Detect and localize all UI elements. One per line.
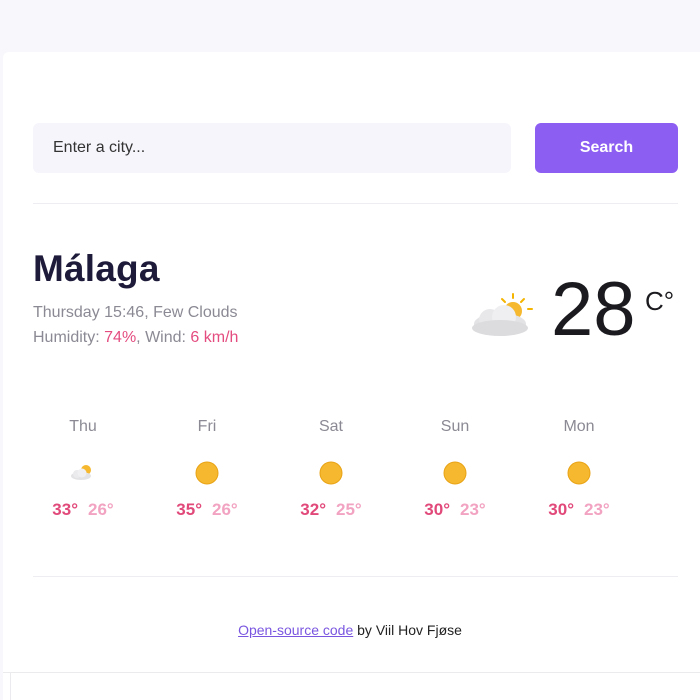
forecast-temps: 30° 23° <box>405 500 505 520</box>
forecast-high: 30° <box>424 500 450 519</box>
forecast-low: 26° <box>88 500 114 519</box>
forecast-temps: 33° 26° <box>33 500 133 520</box>
footer-credit: by Viil Hov Fjøse <box>353 622 462 638</box>
current-condition: Few Clouds <box>153 304 238 321</box>
few-clouds-icon <box>71 465 91 480</box>
footer: Open-source code by Viil Hov Fjøse <box>0 622 700 638</box>
forecast-day: Sat 32° 25° <box>281 418 381 520</box>
forecast-day: Fri 35° 26° <box>157 418 257 520</box>
temperature-unit: C° <box>645 286 675 316</box>
bottom-strip <box>3 672 700 700</box>
sun-icon <box>195 461 219 485</box>
few-clouds-icon <box>472 293 533 336</box>
forecast-low: 26° <box>212 500 238 519</box>
open-source-link[interactable]: Open-source code <box>238 622 353 638</box>
wind-value: 6 km/h <box>190 329 239 346</box>
forecast-high: 30° <box>548 500 574 519</box>
forecast-low: 23° <box>460 500 486 519</box>
forecast-low: 25° <box>336 500 362 519</box>
date-condition: Thursday 15:46, Few Clouds <box>33 304 238 321</box>
forecast-day-name: Fri <box>197 418 217 435</box>
forecast-high: 32° <box>300 500 326 519</box>
forecast-low: 23° <box>584 500 610 519</box>
forecast-temps: 32° 25° <box>281 500 381 520</box>
forecast-high: 35° <box>176 500 202 519</box>
sun-icon <box>319 461 343 485</box>
top-divider <box>33 203 678 204</box>
sun-icon <box>443 461 467 485</box>
forecast-day: Thu 33° 26° <box>33 418 133 520</box>
city-name: Málaga <box>33 248 160 289</box>
humidity-wind: Humidity: 74%, Wind: 6 km/h <box>33 329 239 346</box>
bottom-divider <box>33 576 678 577</box>
forecast-temps: 35° 26° <box>157 500 257 520</box>
current-datetime: Thursday 15:46 <box>33 304 145 321</box>
forecast-day-name: Sun <box>440 418 470 435</box>
forecast-day: Mon 30° 23° <box>529 418 629 520</box>
humidity-label: Humidity: <box>33 329 100 346</box>
forecast-day-name: Sat <box>318 418 343 435</box>
wind-label: Wind: <box>145 329 186 346</box>
forecast-high: 33° <box>52 500 78 519</box>
city-search-input[interactable] <box>33 123 511 173</box>
forecast-day-name: Mon <box>563 418 595 435</box>
forecast-day: Sun 30° 23° <box>405 418 505 520</box>
sun-icon <box>567 461 591 485</box>
current-temperature: 28 <box>551 267 636 352</box>
search-button[interactable]: Search <box>535 123 678 173</box>
humidity-value: 74% <box>104 329 137 346</box>
forecast-temps: 30° 23° <box>529 500 629 520</box>
forecast-day-name: Thu <box>69 418 97 435</box>
